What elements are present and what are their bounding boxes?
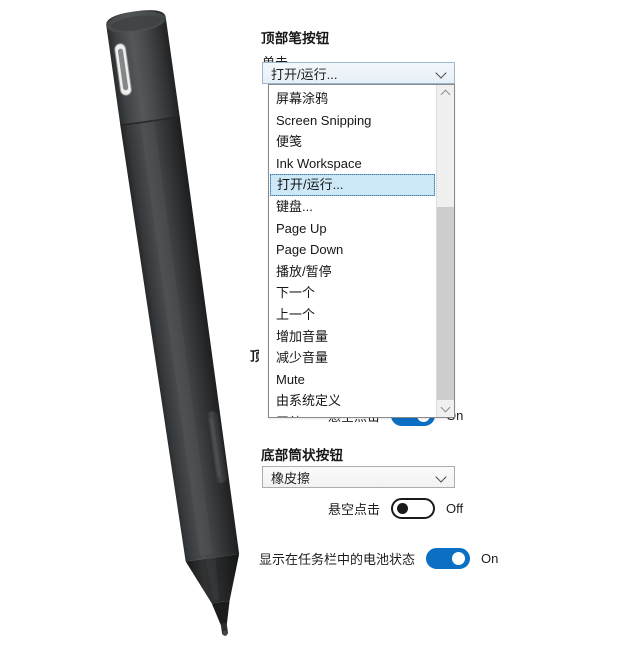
chevron-down-icon[interactable] bbox=[434, 469, 450, 485]
dropdown-option[interactable]: 便笺 bbox=[270, 131, 435, 153]
battery-status-row: 显示在任务栏中的电池状态 On bbox=[259, 548, 498, 569]
dropdown-scrollbar[interactable] bbox=[436, 85, 454, 417]
dropdown-option[interactable]: Screen Snipping bbox=[270, 110, 435, 132]
top-button-action-dropdown-list[interactable]: 屏幕涂鸦 Screen Snipping 便笺 Ink Workspace 打开/运行.… bbox=[268, 84, 455, 418]
scroll-down-button[interactable] bbox=[437, 400, 454, 417]
dropdown-option[interactable]: Ink Workspace bbox=[270, 153, 435, 175]
dropdown-option[interactable]: 屏幕涂鸦 bbox=[270, 88, 435, 110]
scroll-up-button[interactable] bbox=[437, 85, 454, 102]
stylus-pen-graphic bbox=[106, 10, 240, 636]
dropdown-option[interactable]: 播放/暂停 bbox=[270, 261, 435, 283]
battery-status-state: On bbox=[481, 551, 499, 566]
dropdown-option[interactable]: 减少音量 bbox=[270, 347, 435, 369]
battery-status-switch[interactable] bbox=[426, 548, 471, 569]
dropdown-option[interactable]: 键盘... bbox=[270, 196, 435, 218]
dropdown-option-container: 屏幕涂鸦 Screen Snipping 便笺 Ink Workspace 打开/运行.… bbox=[269, 85, 436, 417]
switch-knob bbox=[397, 503, 409, 514]
occluded-text-fragment-ding: 顶 bbox=[250, 349, 259, 364]
bottom-button-action-combobox[interactable]: 橡皮擦 bbox=[262, 466, 455, 488]
top-pen-button-header: 顶部笔按钮 bbox=[261, 31, 330, 46]
dropdown-option[interactable]: 上一个 bbox=[270, 304, 435, 326]
bottom-button-hover-click-state: Off bbox=[446, 501, 464, 516]
switch-knob bbox=[452, 552, 466, 565]
battery-status-label: 显示在任务栏中的电池状态 bbox=[259, 552, 416, 567]
scrollbar-thumb[interactable] bbox=[437, 102, 454, 207]
dropdown-option[interactable]: 无效 bbox=[270, 412, 435, 417]
stylus-pen-illustration bbox=[0, 0, 250, 640]
dropdown-option[interactable]: 由系统定义 bbox=[270, 390, 435, 412]
dropdown-option[interactable]: 增加音量 bbox=[270, 326, 435, 348]
dropdown-option[interactable]: Mute bbox=[270, 369, 435, 391]
pen-settings-panel: n 顶 顶部笔按钮 单击 打开/运行... 屏幕涂鸦Screen Snippin… bbox=[250, 0, 640, 640]
bottom-button-hover-click-switch[interactable] bbox=[391, 498, 436, 519]
dropdown-option[interactable]: Page Down bbox=[270, 239, 435, 261]
bottom-button-hover-click-row: 悬空点击 Off bbox=[328, 498, 463, 519]
bottom-button-action-value: 橡皮擦 bbox=[271, 470, 311, 486]
top-button-action-value: 打开/运行... bbox=[271, 66, 338, 82]
dropdown-option[interactable]: 打开/运行... bbox=[270, 174, 435, 196]
dropdown-option[interactable]: 下一个 bbox=[270, 282, 435, 304]
bottom-button-hover-click-label: 悬空点击 bbox=[328, 502, 381, 517]
chevron-down-icon[interactable] bbox=[434, 65, 450, 81]
scrollbar-track[interactable] bbox=[437, 102, 454, 400]
bottom-barrel-button-header: 底部筒状按钮 bbox=[261, 448, 344, 463]
dropdown-option[interactable]: Page Up bbox=[270, 218, 435, 240]
pen-nose bbox=[211, 600, 230, 626]
top-button-action-combobox[interactable]: 打开/运行... bbox=[262, 62, 455, 84]
